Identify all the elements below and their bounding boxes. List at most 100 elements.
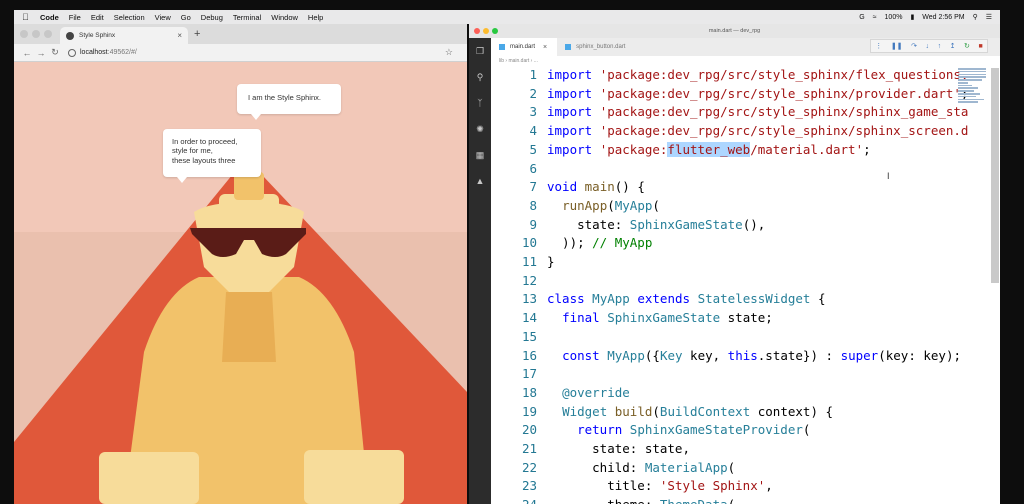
menu-selection[interactable]: Selection [114, 13, 145, 22]
code-line[interactable]: 4 import 'package:dev_rpg/src/style_sphin… [491, 122, 993, 141]
minimap[interactable] [958, 68, 988, 118]
menu-terminal[interactable]: Terminal [233, 13, 261, 22]
code-line[interactable]: 19 Widget build(BuildContext context) { [491, 403, 993, 422]
restart-icon[interactable]: ↻ [964, 42, 970, 50]
editor-close-button[interactable] [474, 28, 480, 34]
extensions-icon[interactable]: ▦ [469, 142, 491, 168]
code-text: import 'package:flutter_web/material.dar… [547, 141, 871, 157]
code-line[interactable]: 23 title: 'Style Sphinx', [491, 477, 993, 496]
pause-icon[interactable]: ❚❚ [891, 42, 903, 50]
code-text: child: MaterialApp( [547, 459, 736, 475]
code-text: void main() { [547, 179, 645, 195]
browser-window-controls [20, 30, 52, 38]
code-text: return SphinxGameStateProvider( [577, 422, 811, 438]
menu-bar:  Code File Edit Selection View Go Debug… [14, 10, 1000, 24]
editor-maximize-button[interactable] [492, 28, 498, 34]
menu-file[interactable]: File [69, 13, 81, 22]
menu-go[interactable]: Go [181, 13, 191, 22]
code-text: theme: ThemeData( [547, 496, 735, 504]
explorer-icon[interactable]: ❐ [469, 38, 491, 64]
code-line[interactable]: 5 import 'package:flutter_web/material.da… [491, 141, 993, 160]
line-number: 2 [529, 85, 537, 101]
editor-minimize-button[interactable] [483, 28, 489, 34]
line-number: 22 [521, 459, 537, 475]
code-line[interactable]: 7 void main() { [491, 178, 993, 197]
tab-sphinx-button-dart[interactable]: sphinx_button.dart [557, 38, 635, 56]
battery-icon: ▮ [910, 14, 915, 21]
bookmark-star-icon[interactable]: ☆ [445, 47, 453, 58]
activity-bar: ❐ ⚲ ᛉ ✺ ▦ ▲ [469, 38, 491, 504]
code-line[interactable]: 11} [491, 253, 993, 272]
menu-window[interactable]: Window [271, 13, 298, 22]
code-line[interactable]: 13 class MyApp extends StatelessWidget { [491, 290, 993, 309]
code-line[interactable]: 10 )); // MyApp [491, 234, 993, 253]
address-bar[interactable]: localhost:49562/#/ [68, 48, 137, 57]
breadcrumb[interactable]: lib › main.dart › ... [491, 56, 1000, 66]
hot-reload-icon[interactable]: ↥ [950, 42, 956, 50]
line-number: 24 [491, 496, 537, 504]
code-line[interactable]: 12 [491, 272, 993, 291]
search-icon[interactable]: ⚲ [469, 64, 491, 90]
code-text: } [547, 254, 555, 269]
menu-app-name[interactable]: Code [40, 13, 59, 22]
google-drive-icon[interactable]: G [859, 14, 864, 21]
clock[interactable]: Wed 2:56 PM [922, 14, 964, 21]
maximize-window-button[interactable] [44, 30, 52, 38]
close-window-button[interactable] [20, 30, 28, 38]
code-line[interactable]: 20 return SphinxGameStateProvider( [491, 421, 993, 440]
line-number: 4 [529, 123, 537, 139]
close-tab-icon[interactable]: × [177, 31, 182, 40]
line-number: 7 [529, 179, 537, 195]
line-number: 13 [521, 291, 537, 307]
code-line[interactable]: 21 state: state, [491, 440, 993, 459]
drag-handle-icon[interactable]: ⋮ [875, 42, 882, 50]
flask-icon[interactable]: ▲ [469, 168, 491, 194]
line-number: 14 [521, 310, 537, 326]
tab-main-dart[interactable]: main.dart × [491, 38, 558, 56]
wifi-icon[interactable]: ≈ [873, 14, 877, 21]
browser-tab[interactable]: Style Sphinx × [60, 27, 188, 44]
code-line[interactable]: 14 final SphinxGameState state; [491, 309, 993, 328]
code-line[interactable]: 18 @override [491, 384, 993, 403]
editor-scrollbar[interactable] [991, 68, 999, 283]
back-arrow-icon[interactable]: ← [20, 48, 34, 58]
code-line[interactable]: 6 [491, 160, 993, 179]
step-into-icon[interactable]: ↓ [926, 43, 930, 50]
site-info-icon[interactable] [68, 48, 76, 57]
reload-icon[interactable]: ↻ [48, 47, 62, 58]
menu-debug[interactable]: Debug [201, 13, 223, 22]
riddle-line-3: these layouts three [172, 155, 236, 165]
code-text: class MyApp extends StatelessWidget { [547, 291, 826, 307]
spotlight-icon[interactable]: ⚲ [973, 13, 978, 21]
favicon-icon [66, 31, 74, 40]
stop-icon[interactable]: ■ [978, 43, 982, 50]
code-line[interactable]: 3 import 'package:dev_rpg/src/style_sphin… [491, 103, 993, 122]
source-control-icon[interactable]: ᛉ [469, 90, 491, 116]
battery-level[interactable]: 100% [885, 14, 903, 21]
code-editor[interactable]: 1 import 'package:dev_rpg/src/style_sphin… [491, 66, 993, 504]
menu-help[interactable]: Help [308, 13, 323, 22]
close-tab-icon[interactable]: × [543, 44, 547, 51]
menu-edit[interactable]: Edit [91, 13, 104, 22]
minimize-window-button[interactable] [32, 30, 40, 38]
debug-icon[interactable]: ✺ [469, 116, 491, 142]
line-number: 10 [521, 235, 537, 251]
menu-view[interactable]: View [155, 13, 171, 22]
code-line[interactable]: 9 state: SphinxGameState(), [491, 216, 993, 235]
code-line[interactable]: 8 runApp(MyApp( [491, 197, 993, 216]
code-line[interactable]: 16 const MyApp({Key key, this.state}) : … [491, 347, 993, 366]
code-line[interactable]: 2 import 'package:dev_rpg/src/style_sphin… [491, 85, 993, 104]
code-line[interactable]: 1 import 'package:dev_rpg/src/style_sphin… [491, 66, 993, 85]
code-text: import 'package:dev_rpg/src/style_sphinx… [547, 67, 969, 82]
new-tab-button[interactable]: + [194, 28, 200, 40]
notification-center-icon[interactable]: ☰ [986, 13, 992, 21]
step-over-icon[interactable]: ↷ [911, 42, 917, 50]
step-out-icon[interactable]: ↑ [938, 43, 942, 50]
code-line[interactable]: 22 child: MaterialApp( [491, 459, 993, 478]
code-line[interactable]: 15 [491, 328, 993, 347]
code-text: @override [562, 384, 630, 400]
forward-arrow-icon[interactable]: → [34, 48, 48, 58]
code-line[interactable]: 17 [491, 365, 993, 384]
apple-icon[interactable]:  [22, 12, 32, 22]
code-line[interactable]: 24 theme: ThemeData( [491, 496, 993, 504]
